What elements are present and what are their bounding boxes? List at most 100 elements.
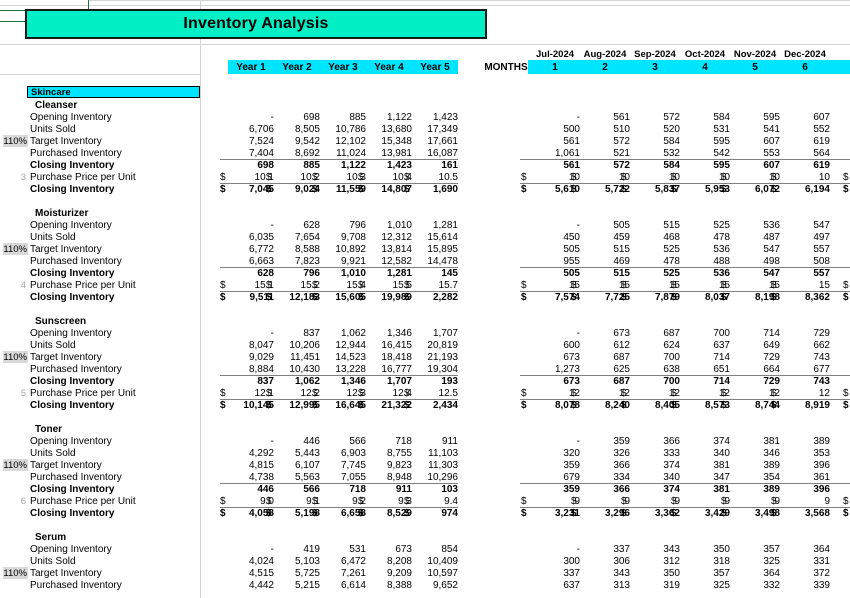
month-value: 662 — [813, 339, 830, 351]
month-value: 334 — [613, 471, 630, 483]
year-value: 103 — [441, 483, 458, 495]
month-value: - — [576, 219, 580, 231]
month-value: 374 — [663, 459, 680, 471]
month-value: 637 — [713, 339, 730, 351]
year-value: 4,292 — [248, 447, 274, 459]
year-value: 6,614 — [340, 579, 366, 591]
year-value: 7,055 — [340, 471, 366, 483]
year-value: 7,654 — [294, 231, 320, 243]
year-value: 13,680 — [381, 123, 412, 135]
row-index-number: 4 — [20, 279, 26, 291]
month-value: 319 — [663, 579, 680, 591]
month-value: 331 — [813, 555, 830, 567]
month-value: 325 — [713, 579, 730, 591]
target-inventory-percent[interactable]: 110% — [3, 351, 28, 363]
month-value: 396 — [813, 483, 830, 495]
month-value: 8,362 — [804, 291, 830, 303]
year-value: 16,415 — [381, 339, 412, 351]
month-value: 584 — [663, 159, 680, 171]
month-value: 677 — [813, 363, 830, 375]
month-value: 346 — [763, 447, 780, 459]
year-value: 8,948 — [386, 471, 412, 483]
month-value: 673 — [613, 327, 630, 339]
month-value: 6,194 — [804, 183, 830, 195]
target-inventory-percent[interactable]: 110% — [3, 243, 28, 255]
row-label-closing-inventory-value: Closing Inventory — [30, 183, 115, 195]
year-value: 17,349 — [427, 123, 458, 135]
year-value: - — [270, 543, 274, 555]
year-value: 8,047 — [248, 339, 274, 351]
month-value: 354 — [763, 471, 780, 483]
year-value: 6,107 — [294, 459, 320, 471]
month-value: 714 — [713, 351, 730, 363]
month-value: 500 — [563, 123, 580, 135]
month-value: 619 — [813, 159, 830, 171]
page-title: Inventory Analysis — [25, 9, 487, 39]
year-value: 1,281 — [432, 219, 458, 231]
month-value: 700 — [663, 375, 680, 387]
target-inventory-percent[interactable]: 110% — [3, 567, 28, 579]
month-value: 478 — [713, 231, 730, 243]
month-number-header-5[interactable]: 5 — [730, 60, 780, 74]
month-value: 515 — [613, 267, 630, 279]
row-label-closing-inventory: Closing Inventory — [30, 375, 115, 387]
month-value: 561 — [563, 135, 580, 147]
currency-symbol-cutoff: $ — [843, 171, 849, 183]
month-value: 607 — [763, 159, 780, 171]
row-label-opening-inventory: Opening Inventory — [30, 111, 112, 123]
year-value: 21,193 — [427, 351, 458, 363]
month-number-header-1[interactable]: 1 — [530, 60, 580, 74]
year-value: 1,707 — [432, 327, 458, 339]
month-value: 337 — [613, 543, 630, 555]
year-value: 193 — [441, 375, 458, 387]
year-value: 13,228 — [335, 363, 366, 375]
year-value: 8,588 — [294, 243, 320, 255]
month-value: 366 — [613, 483, 630, 495]
month-value: 651 — [713, 363, 730, 375]
cell-selection-marker-2[interactable] — [0, 10, 27, 22]
month-value: 374 — [713, 435, 730, 447]
year-value: 12,312 — [381, 231, 412, 243]
year-value: 1,010 — [340, 267, 366, 279]
year-value: 11,103 — [428, 447, 458, 459]
month-value: 536 — [713, 267, 730, 279]
month-value: 389 — [813, 435, 830, 447]
month-value: 450 — [563, 231, 580, 243]
year-value: 6,706 — [248, 123, 274, 135]
row-label-closing-inventory: Closing Inventory — [30, 159, 115, 171]
month-value: 561 — [563, 159, 580, 171]
target-inventory-percent[interactable]: 110% — [3, 135, 28, 147]
month-value: 364 — [813, 543, 830, 555]
year-value: 13,981 — [381, 147, 412, 159]
month-value: 505 — [613, 219, 630, 231]
month-number-header-3[interactable]: 3 — [630, 60, 680, 74]
month-value: 320 — [563, 447, 580, 459]
month-number-header-4[interactable]: 4 — [680, 60, 730, 74]
spreadsheet-canvas[interactable]: Inventory Analysis Year 1 Year 2 Year 3 Year… — [0, 0, 850, 598]
row-label-purchase-price: Purchase Price per Unit — [30, 495, 136, 507]
year-value: 718 — [349, 483, 366, 495]
month-value: 600 — [563, 339, 580, 351]
year-value: 14,523 — [335, 351, 366, 363]
year-value: 796 — [349, 219, 366, 231]
month-number-header-6[interactable]: 6 — [780, 60, 830, 74]
year-header-1[interactable]: Year 1 — [228, 60, 274, 74]
row-label-closing-inventory: Closing Inventory — [30, 267, 115, 279]
year-header-2[interactable]: Year 2 — [274, 60, 320, 74]
year-value: 11,024 — [336, 147, 366, 159]
year-value: 12,944 — [335, 339, 366, 351]
year-value: 911 — [395, 483, 412, 495]
month-value: 366 — [613, 459, 630, 471]
year-header-5[interactable]: Year 5 — [412, 60, 458, 74]
year-header-3[interactable]: Year 3 — [320, 60, 366, 74]
month-number-header-2[interactable]: 2 — [580, 60, 630, 74]
month-value: 381 — [713, 459, 730, 471]
category-header-skincare[interactable]: Skincare — [27, 86, 200, 98]
year-value: 1,346 — [340, 375, 366, 387]
target-inventory-percent[interactable]: 110% — [3, 459, 28, 471]
month-value: 374 — [663, 483, 680, 495]
year-header-4[interactable]: Year 4 — [366, 60, 412, 74]
year-value: 9,209 — [386, 567, 412, 579]
year-value: 6,035 — [248, 231, 274, 243]
month-value: 714 — [713, 375, 730, 387]
